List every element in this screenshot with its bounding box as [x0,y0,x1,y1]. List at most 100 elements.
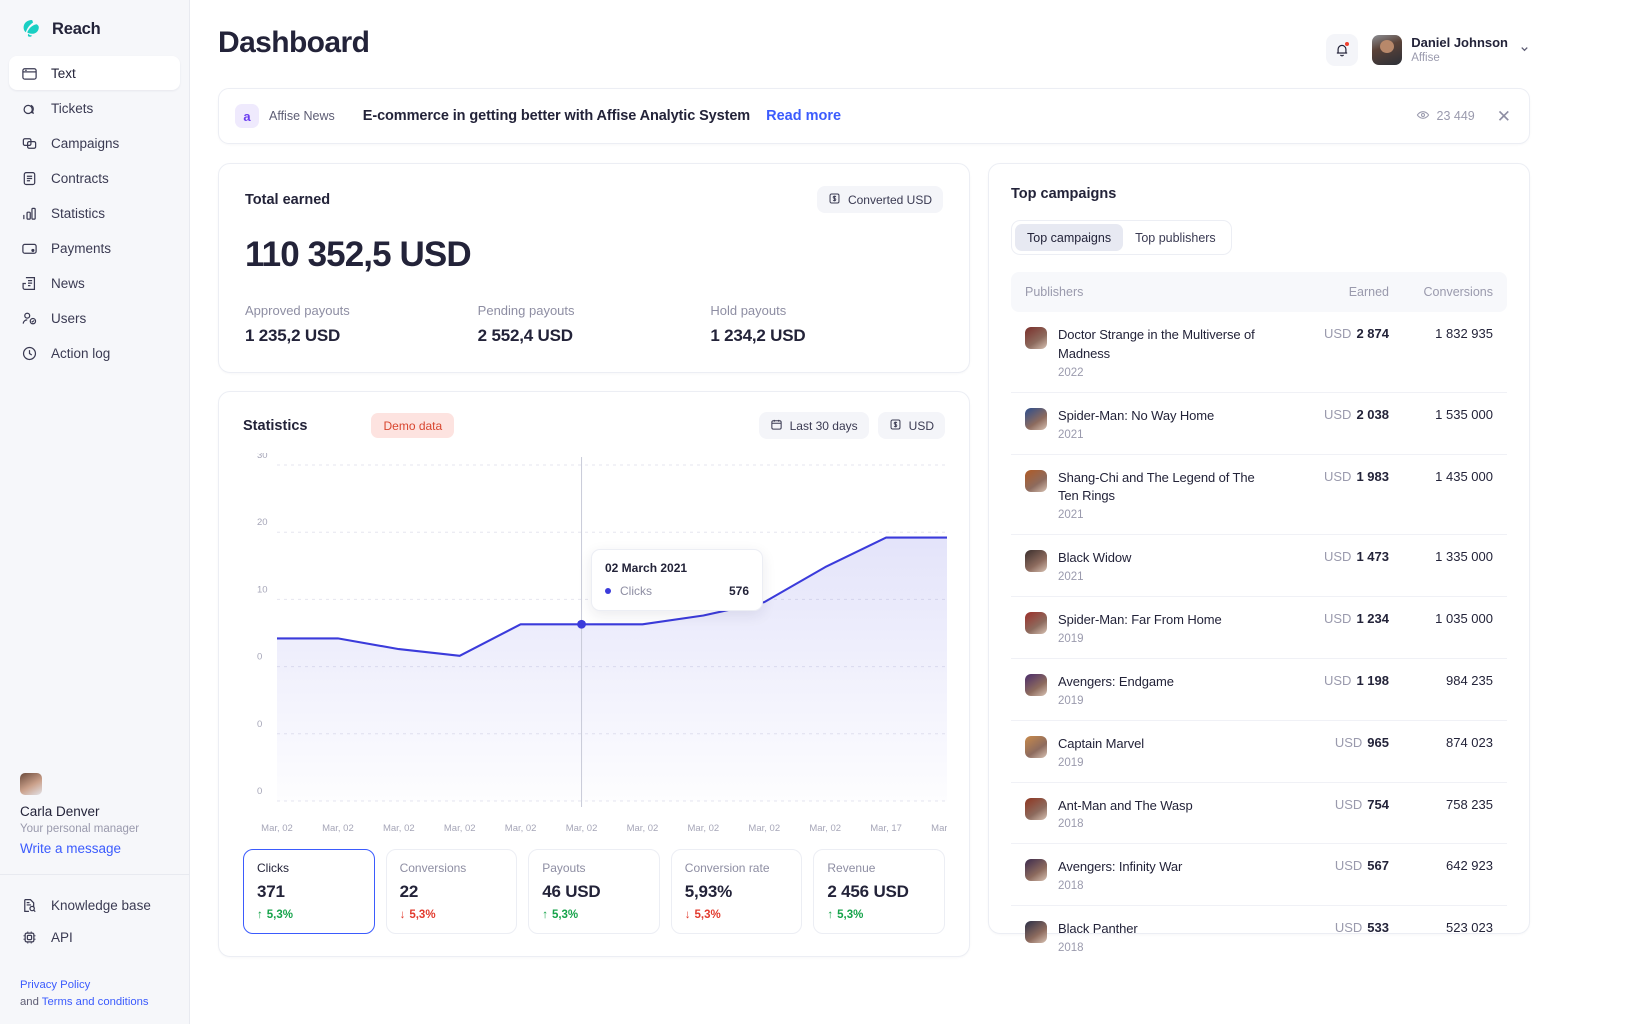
x-axis-tick: Mar, 02 [566,823,598,834]
terms-link[interactable]: Terms and conditions [42,996,149,1008]
campaign-earned: USD754 [1277,797,1389,812]
currency-label: USD [1324,673,1351,688]
brand[interactable]: Reach [0,0,189,56]
campaign-info: Shang-Chi and The Legend of The Ten Ring… [1058,469,1277,522]
payout-value: 1 235,2 USD [245,326,478,346]
earned-amount: 1 234 [1356,611,1389,626]
manager-name: Carla Denver [20,804,169,819]
metric-card-revenue[interactable]: Revenue 2 456 USD ↑ 5,3% [813,849,945,934]
doc-search-icon [20,896,38,914]
converted-currency-button[interactable]: Converted USD [817,186,943,213]
bar-chart-icon [20,204,38,222]
legal-links: Privacy Policy and Terms and conditions [0,967,189,1024]
write-message-link[interactable]: Write a message [20,841,169,856]
column-earned: Earned [1277,285,1389,299]
metric-label: Revenue [827,861,931,875]
campaign-thumbnail [1025,612,1047,634]
table-row[interactable]: Spider-Man: Far From Home2019 USD 1 2341 0… [1011,597,1507,659]
table-row[interactable]: Black Widow2021USD1 4731 335 000 [1011,535,1507,597]
table-row[interactable]: Black Panther2018USD533523 023 [1011,906,1507,967]
metric-value: 46 USD [542,882,646,902]
sidebar-item-news[interactable]: News [9,266,180,300]
table-row[interactable]: Avengers: Endgame2019USD1 198984 235 [1011,659,1507,721]
sidebar-item-statistics[interactable]: Statistics [9,196,180,230]
converted-label: Converted USD [848,193,932,207]
statistics-card: Statistics Demo data Last 30 days [218,391,970,957]
x-axis-tick: Mar, 02 [809,823,841,834]
table-row[interactable]: Spider-Man: No Way Home2021USD2 0381 535… [1011,393,1507,455]
top-campaigns-tabs: Top campaigns Top publishers [1011,220,1232,255]
sidebar-item-payments[interactable]: Payments [9,231,180,265]
currency-button[interactable]: USD [878,412,945,439]
tooltip-series: Clicks [620,584,652,598]
metric-value: 5,93% [685,882,789,902]
currency-label: USD [1324,611,1351,626]
payout-approved: Approved payouts 1 235,2 USD [245,303,478,346]
campaign-earned: USD965 [1277,735,1389,750]
sidebar-item-campaigns[interactable]: Campaigns [9,126,180,160]
tab-top-campaigns[interactable]: Top campaigns [1015,224,1123,251]
campaign-conversions: 1 035 000 [1389,611,1493,626]
currency-label: USD [1324,407,1351,422]
campaign-year: 2021 [1058,509,1269,521]
x-axis-tick: Mar, 02 [748,823,780,834]
top-campaigns-card: Top campaigns Top campaigns Top publishe… [988,163,1530,934]
newspaper-icon [20,274,38,292]
topbar: Dashboard Daniel Johnson Affise [218,0,1530,66]
read-more-link[interactable]: Read more [766,108,841,124]
table-row[interactable]: Captain Marvel2019USD965874 023 [1011,721,1507,783]
personal-manager: Carla Denver Your personal manager Write… [0,773,189,874]
y-axis-tick: 10 [257,584,268,595]
sidebar-item-label: Text [51,66,76,81]
tooltip-date: 02 March 2021 [605,561,749,575]
sidebar-item-users[interactable]: Users [9,301,180,335]
statistics-chart[interactable]: 302010000Mar, 02Mar, 02Mar, 02Mar, 02Mar… [243,453,945,843]
affise-badge-icon: a [235,104,259,128]
statistics-title: Statistics [243,418,307,434]
campaign-name: Black Panther [1058,921,1138,936]
currency-label: USD [1335,735,1362,750]
table-row[interactable]: Avengers: Infinity War2018USD567642 923 [1011,844,1507,906]
campaign-year: 2019 [1058,695,1269,707]
metric-label: Conversion rate [685,861,789,875]
dollar-icon [889,418,902,434]
user-menu[interactable]: Daniel Johnson Affise [1372,35,1530,66]
sidebar-item-text[interactable]: Text [9,56,180,90]
metric-card-conversions[interactable]: Conversions 22 ↓ 5,3% [386,849,518,934]
sidebar-item-api[interactable]: API [9,921,180,953]
campaign-conversions: 642 923 [1389,858,1493,873]
campaign-name: Black Widow [1058,550,1131,565]
metric-card-conversion-rate[interactable]: Conversion rate 5,93% ↓ 5,3% [671,849,803,934]
card-icon [20,239,38,257]
sidebar-item-knowledge-base[interactable]: Knowledge base [9,889,180,921]
close-icon[interactable]: ✕ [1497,108,1511,125]
campaign-conversions: 1 832 935 [1389,326,1493,341]
metric-card-payouts[interactable]: Payouts 46 USD ↑ 5,3% [528,849,660,934]
campaign-thumbnail [1025,674,1047,696]
table-row[interactable]: Ant-Man and The Wasp2018USD754758 235 [1011,783,1507,845]
metric-card-clicks[interactable]: Clicks 371 ↑ 5,3% [243,849,375,934]
tab-top-publishers[interactable]: Top publishers [1123,224,1228,251]
payout-value: 2 552,4 USD [478,326,711,346]
metric-delta-value: 5,3% [409,909,435,921]
campaign-conversions: 874 023 [1389,735,1493,750]
page-title: Dashboard [218,26,369,60]
metric-delta: ↑ 5,3% [257,909,361,921]
sidebar-item-label: Knowledge base [51,898,151,913]
sidebar-item-contracts[interactable]: Contracts [9,161,180,195]
news-source: Affise News [269,109,335,123]
table-row[interactable]: Shang-Chi and The Legend of The Ten Ring… [1011,455,1507,536]
privacy-policy-link[interactable]: Privacy Policy [20,979,90,991]
date-range-button[interactable]: Last 30 days [759,412,869,439]
notifications-button[interactable] [1326,34,1358,66]
sidebar-item-action-log[interactable]: Action log [9,336,180,370]
chart-tooltip: 02 March 2021 Clicks 576 [591,549,763,611]
table-row[interactable]: Doctor Strange in the Multiverse of Madn… [1011,312,1507,393]
manager-role: Your personal manager [20,823,169,835]
sidebar-item-tickets[interactable]: Tickets [9,91,180,125]
currency-label: USD [1324,469,1351,484]
campaign-thumbnail [1025,736,1047,758]
campaign-info: Spider-Man: Far From Home2019 [1058,611,1277,645]
earned-amount: 1 198 [1356,673,1389,688]
user-meta: Daniel Johnson Affise [1411,35,1508,66]
